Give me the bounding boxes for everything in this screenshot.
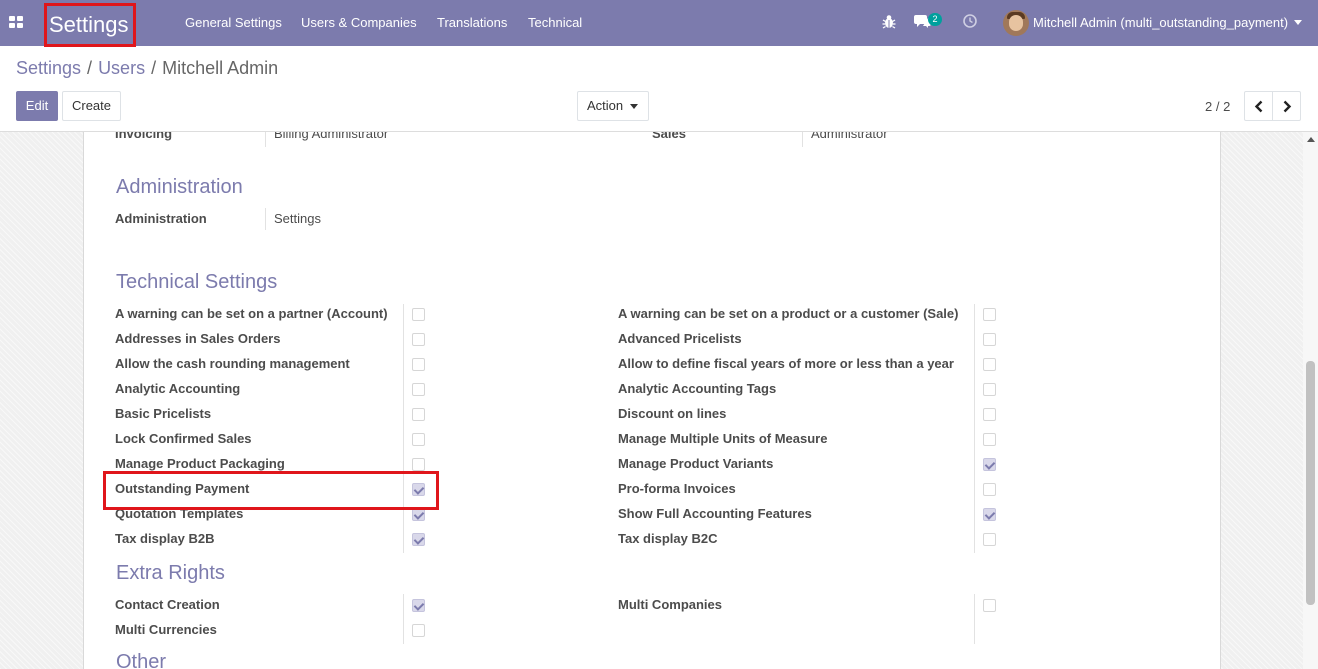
setting-checkbox-tax-display-b2c[interactable] (983, 533, 996, 546)
menu-translations[interactable]: Translations (437, 15, 507, 30)
setting-label-contact-creation: Contact Creation (115, 597, 220, 612)
create-button[interactable]: Create (62, 91, 121, 121)
setting-label-discount-on-lines: Discount on lines (618, 406, 727, 421)
section-title-administration: Administration (116, 176, 243, 198)
setting-checkbox-advanced-pricelists[interactable] (983, 333, 996, 346)
action-label: Action (587, 98, 624, 113)
setting-label-multi-companies: Multi Companies (618, 597, 723, 612)
setting-checkbox-show-full-accounting-features[interactable] (983, 508, 996, 521)
field-value-sales[interactable]: Administrator (811, 132, 888, 141)
form-view-area: Invoicing Billing Administrator Sales Ad… (0, 131, 1318, 669)
setting-checkbox-contact-creation[interactable] (412, 599, 425, 612)
action-caret-icon (630, 104, 638, 109)
setting-label-show-full-accounting-features: Show Full Accounting Features (618, 506, 812, 521)
setting-label-allow-to-define-fiscal-years-of-more-or-less-than-a-year: Allow to define fiscal years of more or … (618, 356, 954, 371)
section-title-other: Other (116, 651, 167, 669)
setting-label-manage-product-packaging: Manage Product Packaging (115, 456, 285, 471)
setting-label-multi-currencies: Multi Currencies (115, 622, 217, 637)
debug-bug-icon[interactable] (882, 14, 896, 33)
breadcrumb-settings[interactable]: Settings (16, 58, 81, 78)
field-value-administration[interactable]: Settings (274, 211, 321, 226)
breadcrumb: Settings / Users / Mitchell Admin (16, 58, 279, 78)
breadcrumb-users[interactable]: Users (98, 58, 145, 78)
pager-value[interactable]: 2 / 2 (1205, 99, 1230, 114)
setting-checkbox-a-warning-can-be-set-on-a-product-or-a-customer-sale[interactable] (983, 308, 996, 321)
apps-menu-icon[interactable] (9, 16, 23, 30)
menu-general-settings[interactable]: General Settings (185, 15, 282, 30)
setting-label-tax-display-b2c: Tax display B2C (618, 531, 718, 546)
action-dropdown-button[interactable]: Action (577, 91, 649, 121)
setting-label-a-warning-can-be-set-on-a-product-or-a-customer-sale: A warning can be set on a product or a c… (618, 306, 959, 321)
setting-checkbox-multi-companies[interactable] (983, 599, 996, 612)
setting-label-addresses-in-sales-orders: Addresses in Sales Orders (115, 331, 281, 346)
section-title-extra-rights: Extra Rights (116, 562, 225, 584)
setting-checkbox-basic-pricelists[interactable] (412, 408, 425, 421)
chevron-left-icon (1254, 100, 1263, 113)
setting-label-manage-product-variants: Manage Product Variants (618, 456, 774, 471)
scroll-up-arrow-icon[interactable] (1307, 137, 1315, 142)
user-menu-name[interactable]: Mitchell Admin (multi_outstanding_paymen… (1033, 15, 1288, 30)
setting-checkbox-allow-to-define-fiscal-years-of-more-or-less-than-a-year[interactable] (983, 358, 996, 371)
setting-label-analytic-accounting: Analytic Accounting (115, 381, 241, 396)
chevron-right-icon (1283, 100, 1292, 113)
breadcrumb-current: Mitchell Admin (162, 58, 279, 78)
setting-checkbox-manage-multiple-units-of-measure[interactable] (983, 433, 996, 446)
app-brand-title[interactable]: Settings (44, 3, 136, 47)
setting-label-allow-the-cash-rounding-management: Allow the cash rounding management (115, 356, 350, 371)
setting-label-advanced-pricelists: Advanced Pricelists (618, 331, 742, 346)
setting-checkbox-a-warning-can-be-set-on-a-partner-account[interactable] (412, 308, 425, 321)
main-navbar: Settings General Settings Users & Compan… (0, 0, 1318, 47)
menu-technical[interactable]: Technical (528, 15, 582, 30)
pager-previous-button[interactable] (1244, 91, 1273, 121)
setting-label-analytic-accounting-tags: Analytic Accounting Tags (618, 381, 777, 396)
user-menu-caret-icon[interactable] (1294, 20, 1302, 25)
highlight-outstanding-payment (103, 471, 439, 510)
setting-checkbox-addresses-in-sales-orders[interactable] (412, 333, 425, 346)
section-title-technical-settings: Technical Settings (116, 271, 278, 293)
scrollbar-thumb[interactable] (1306, 361, 1315, 605)
setting-label-pro-forma-invoices: Pro-forma Invoices (618, 481, 736, 496)
setting-checkbox-lock-confirmed-sales[interactable] (412, 433, 425, 446)
form-sheet: Invoicing Billing Administrator Sales Ad… (83, 131, 1221, 669)
setting-checkbox-discount-on-lines[interactable] (983, 408, 996, 421)
setting-checkbox-multi-currencies[interactable] (412, 624, 425, 637)
pager-next-button[interactable] (1272, 91, 1301, 121)
field-label-invoicing: Invoicing (115, 131, 173, 141)
setting-label-manage-multiple-units-of-measure: Manage Multiple Units of Measure (618, 431, 828, 446)
edit-button[interactable]: Edit (16, 91, 58, 121)
field-value-invoicing[interactable]: Billing Administrator (274, 132, 388, 141)
setting-checkbox-analytic-accounting[interactable] (412, 383, 425, 396)
field-label-sales: Sales (652, 131, 686, 141)
setting-checkbox-manage-product-variants[interactable] (983, 458, 996, 471)
setting-label-basic-pricelists: Basic Pricelists (115, 406, 212, 421)
setting-label-a-warning-can-be-set-on-a-partner-account: A warning can be set on a partner (Accou… (115, 306, 388, 321)
setting-label-tax-display-b2b: Tax display B2B (115, 531, 215, 546)
setting-checkbox-manage-product-packaging[interactable] (412, 458, 425, 471)
setting-label-lock-confirmed-sales: Lock Confirmed Sales (115, 431, 252, 446)
field-label-administration: Administration (115, 211, 207, 226)
chat-count-badge: 2 (928, 13, 942, 26)
activity-clock-icon[interactable] (963, 14, 977, 31)
setting-checkbox-tax-display-b2b[interactable] (412, 533, 425, 546)
user-avatar[interactable] (1003, 10, 1029, 36)
setting-checkbox-pro-forma-invoices[interactable] (983, 483, 996, 496)
setting-checkbox-allow-the-cash-rounding-management[interactable] (412, 358, 425, 371)
menu-users-companies[interactable]: Users & Companies (301, 15, 417, 30)
setting-checkbox-analytic-accounting-tags[interactable] (983, 383, 996, 396)
